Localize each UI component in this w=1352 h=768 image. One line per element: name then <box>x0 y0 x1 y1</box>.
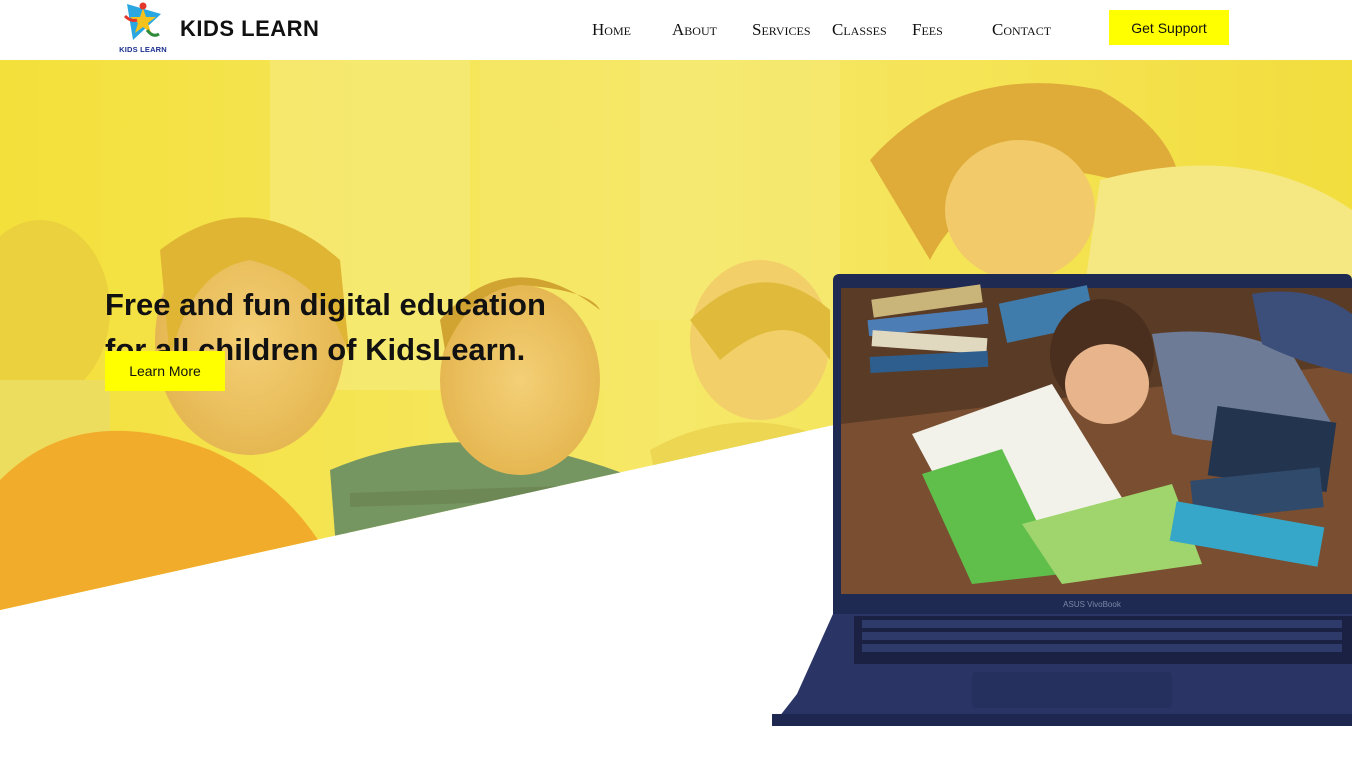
site-header: KIDS LEARN KIDS LEARN Home About Service… <box>0 0 1352 60</box>
star-logo-icon <box>123 2 161 40</box>
get-support-button[interactable]: Get Support <box>1109 10 1229 45</box>
nav-about[interactable]: About <box>672 20 717 40</box>
headline-line-1: Free and fun digital education <box>105 287 546 322</box>
logo[interactable]: KIDS LEARN <box>117 0 169 57</box>
nav-home[interactable]: Home <box>592 20 631 40</box>
nav-services[interactable]: Services <box>752 20 811 40</box>
laptop-brand-label: ASUS VivoBook <box>1063 600 1122 609</box>
logo-caption: KIDS LEARN <box>119 45 167 54</box>
laptop-image: ASUS VivoBook <box>772 274 1352 726</box>
nav-fees[interactable]: Fees <box>912 20 943 40</box>
brand-name[interactable]: KIDS LEARN <box>180 16 319 42</box>
nav-contact[interactable]: Contact <box>992 20 1051 40</box>
nav-classes[interactable]: Classes <box>832 20 887 40</box>
learn-more-button[interactable]: Learn More <box>105 351 225 391</box>
